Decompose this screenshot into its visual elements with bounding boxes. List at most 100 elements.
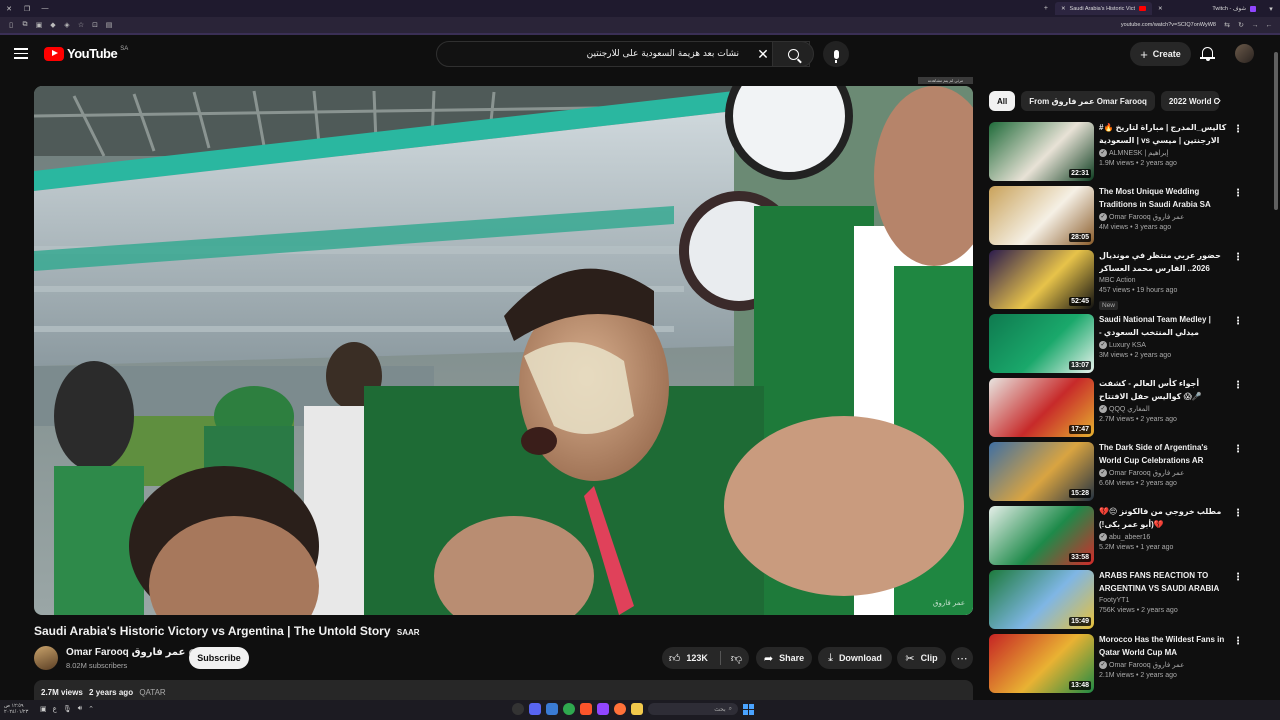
recommendation-item[interactable]: 15:49 ARABS FANS REACTION TO ARGENTINA VS… — [989, 570, 1249, 630]
chrome-icon[interactable] — [563, 703, 575, 715]
recommendation-channel[interactable]: Luxury KSA — [1109, 342, 1146, 349]
download-button[interactable]: ⤓ Download — [818, 647, 892, 669]
recommendation-channel[interactable]: Omar Farooq عمر فاروق — [1109, 213, 1184, 221]
recommendation-title[interactable]: Saudi National Team Medley | ميدلي المنت… — [1099, 314, 1229, 339]
new-tab-icon[interactable]: + — [1037, 5, 1055, 12]
recommendation-channel[interactable]: MBC Action — [1099, 277, 1136, 284]
screenshot-icon[interactable]: ⊡ — [88, 21, 102, 29]
create-button[interactable]: + Create — [1130, 42, 1191, 66]
microphone-tray-icon[interactable]: 🎙︎ — [63, 705, 72, 713]
video-thumbnail[interactable]: 28:05 — [989, 186, 1094, 245]
recommendation-item[interactable]: 52:45 حضور عربي منتظر في مونديال 2026.. ا… — [989, 250, 1249, 310]
recommendation-item[interactable]: 22:31 #كاليس_المدرج | مباراة لتاريخ 🔥 | ا… — [989, 122, 1249, 182]
file-explorer-icon[interactable] — [631, 703, 643, 715]
recommendation-channel[interactable]: QQQ المغاري — [1109, 405, 1150, 413]
close-window-icon[interactable]: ✕ — [0, 5, 18, 13]
language-indicator[interactable]: ع — [53, 705, 57, 713]
volume-icon[interactable]: 🔊︎ — [78, 705, 82, 713]
like-count[interactable]: 123K — [686, 653, 708, 663]
reload-icon[interactable]: ↻ — [1234, 21, 1248, 29]
chip-all[interactable]: All — [989, 91, 1016, 111]
tab-youtube[interactable]: ✕ Saudi Arabia's Historic Vict — [1054, 2, 1152, 15]
recommendation-item[interactable]: 17:47 أجواء كأس العالم - كشفت كواليس حفل … — [989, 378, 1249, 438]
tabs-icon[interactable]: ▣ — [32, 21, 46, 29]
chevron-right-icon[interactable]: › — [1217, 93, 1221, 107]
notification-center-icon[interactable]: ▣ — [40, 705, 47, 713]
video-player[interactable]: عمر فاروق — [34, 86, 973, 615]
scrollbar-thumb[interactable] — [1274, 52, 1278, 210]
chip-world-cup[interactable]: 2022 World Cup — [1160, 91, 1219, 111]
recommendation-item[interactable]: 28:05 The Most Unique Wedding Traditions … — [989, 186, 1249, 246]
subscribe-button[interactable]: Subscribe — [189, 647, 249, 669]
steam-icon[interactable] — [546, 703, 558, 715]
recommendation-item[interactable]: 13:48 Morocco Has the Wildest Fans in Qat… — [989, 634, 1249, 694]
url-text[interactable]: youtube.com/watch?v=SCIQ7onWyW8 — [1121, 22, 1216, 28]
sidebar-toggle-icon[interactable]: ▯ — [4, 21, 18, 29]
thumbs-up-icon[interactable]: 👍︎ — [669, 652, 681, 665]
twitch-app-icon[interactable] — [597, 703, 609, 715]
thumbs-down-icon[interactable]: 👎︎ — [731, 652, 742, 665]
video-thumbnail[interactable]: 22:31 — [989, 122, 1094, 181]
discord-icon[interactable] — [529, 703, 541, 715]
more-vertical-icon[interactable]: ⋮ — [1233, 636, 1243, 647]
recommendation-title[interactable]: أجواء كأس العالم - كشفت كواليس حفل الافت… — [1099, 378, 1229, 403]
reader-icon[interactable]: ▤ — [102, 21, 116, 29]
tab-menu-icon[interactable]: ▾ — [1262, 5, 1280, 13]
taskbar-clock[interactable]: ١٢:٥٩ ص ٢٠٢٤/٠١/٢٣ — [4, 703, 28, 715]
translate-icon[interactable]: ⇆ — [1220, 21, 1234, 29]
more-vertical-icon[interactable]: ⋮ — [1233, 380, 1243, 391]
video-thumbnail[interactable]: 13:07 — [989, 314, 1094, 373]
tab-close-icon[interactable]: ✕ — [1158, 6, 1163, 12]
recommendation-item[interactable]: 33:58 مطلب خروجي من فالكونز 😔💔 (أبو عمر ب… — [989, 506, 1249, 566]
recommendation-title[interactable]: ARABS FANS REACTION TO ARGENTINA VS SAUD… — [1099, 570, 1229, 595]
more-vertical-icon[interactable]: ⋮ — [1233, 508, 1243, 519]
search-input[interactable] — [449, 49, 739, 59]
youtube-logo[interactable]: YouTube SA — [44, 46, 128, 61]
clear-search-icon[interactable]: ✕ — [754, 45, 772, 63]
back-icon[interactable]: ← — [1262, 22, 1276, 29]
more-vertical-icon[interactable]: ⋮ — [1233, 572, 1243, 583]
workspaces-icon[interactable]: ⧉ — [18, 21, 32, 29]
extension-icon-2[interactable]: ◈ — [60, 21, 74, 29]
recommendation-title[interactable]: The Dark Side of Argentina's World Cup C… — [1099, 442, 1229, 467]
voice-search-button[interactable] — [823, 41, 849, 67]
recommendation-item[interactable]: 13:07 Saudi National Team Medley | ميدلي … — [989, 314, 1249, 374]
more-actions-button[interactable]: ⋯ — [951, 647, 973, 669]
video-thumbnail[interactable]: 33:58 — [989, 506, 1094, 565]
more-vertical-icon[interactable]: ⋮ — [1233, 444, 1243, 455]
chip-from-channel[interactable]: From عمر فاروق Omar Farooq — [1021, 91, 1155, 111]
video-thumbnail[interactable]: 15:49 — [989, 570, 1094, 629]
recommendation-title[interactable]: #كاليس_المدرج | مباراة لتاريخ 🔥 | السعود… — [1099, 122, 1229, 147]
recommendation-channel[interactable]: abu_abeer16 — [1109, 534, 1150, 541]
recommendation-channel[interactable]: ALMNESK | إبراهيم — [1109, 149, 1168, 157]
tab-twitch[interactable]: ✕ Twitch - شوف — [1152, 2, 1262, 15]
recommendation-title[interactable]: The Most Unique Wedding Traditions in Sa… — [1099, 186, 1229, 211]
video-thumbnail[interactable]: 13:48 — [989, 634, 1094, 693]
clip-button[interactable]: ✂ Clip — [897, 647, 946, 669]
share-button[interactable]: ➦ Share — [756, 647, 812, 669]
recommendation-channel[interactable]: FootyYT1 — [1099, 597, 1129, 604]
forward-icon[interactable]: → — [1248, 22, 1262, 29]
menu-icon[interactable] — [14, 48, 28, 59]
channel-name-link[interactable]: Omar Farooq عمر فاروق ✓ — [66, 647, 198, 658]
windows-start-icon[interactable] — [743, 703, 754, 715]
recommendation-item[interactable]: 15:28 The Dark Side of Argentina's World … — [989, 442, 1249, 502]
search-button[interactable] — [772, 41, 814, 67]
channel-avatar[interactable] — [34, 646, 58, 670]
recommendation-channel[interactable]: Omar Farooq عمر فاروق — [1109, 469, 1184, 477]
copilot-icon[interactable] — [512, 703, 524, 715]
tab-close-icon[interactable]: ✕ — [1061, 6, 1066, 12]
video-thumbnail[interactable]: 52:45 — [989, 250, 1094, 309]
recommendation-title[interactable]: Morocco Has the Wildest Fans in Qatar Wo… — [1099, 634, 1229, 659]
extension-icon[interactable]: ◆ — [46, 21, 60, 29]
bookmark-icon[interactable]: ☆ — [74, 21, 88, 29]
recommendation-title[interactable]: حضور عربي منتظر في مونديال 2026.. الفارس… — [1099, 250, 1229, 275]
account-avatar[interactable] — [1235, 44, 1254, 63]
more-vertical-icon[interactable]: ⋮ — [1233, 252, 1243, 263]
tray-overflow-icon[interactable]: ⌃ — [88, 705, 94, 713]
brave-icon[interactable] — [580, 703, 592, 715]
taskbar-search[interactable]: بحث ⌕ — [648, 703, 738, 715]
more-vertical-icon[interactable]: ⋮ — [1233, 188, 1243, 199]
location-tag[interactable]: QATAR — [139, 688, 165, 697]
recommendation-channel[interactable]: Omar Farooq عمر فاروق — [1109, 661, 1184, 669]
